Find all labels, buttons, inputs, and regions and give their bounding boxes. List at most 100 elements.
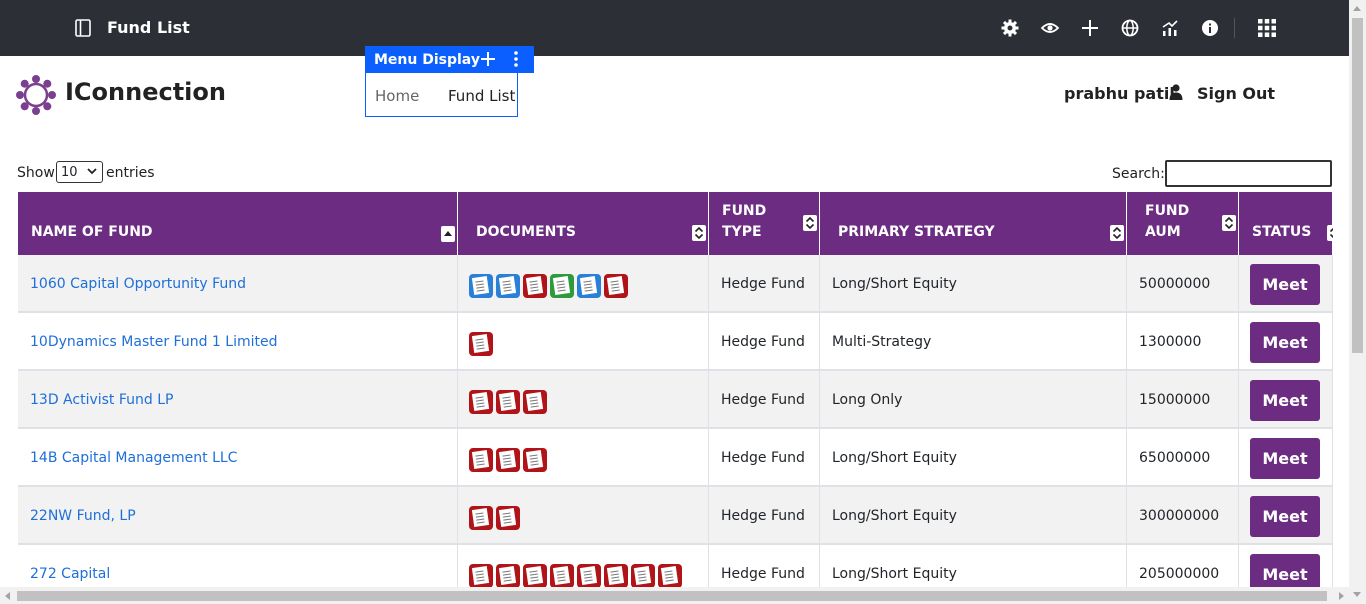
word-document-icon[interactable]	[496, 274, 520, 298]
word-document-icon[interactable]	[469, 274, 493, 298]
fund-name-link[interactable]: 1060 Capital Opportunity Fund	[30, 276, 246, 292]
column-header[interactable]: DOCUMENTS	[458, 192, 709, 255]
fund-type: Hedge Fund	[721, 334, 805, 350]
sort-ascending-icon[interactable]	[441, 226, 455, 242]
primary-strategy: Long/Short Equity	[832, 276, 957, 292]
pdf-document-icon[interactable]	[658, 564, 682, 587]
pdf-document-icon[interactable]	[523, 390, 547, 414]
fund-name-link[interactable]: 10Dynamics Master Fund 1 Limited	[30, 334, 278, 350]
primary-strategy-cell: Long/Short Equity	[820, 487, 1127, 543]
status-cell: Meet	[1239, 313, 1333, 369]
fund-name-link[interactable]: 272 Capital	[30, 566, 110, 582]
pdf-document-icon[interactable]	[604, 564, 628, 587]
pdf-document-icon[interactable]	[577, 564, 601, 587]
document-list	[469, 274, 628, 298]
documents-cell	[458, 487, 709, 543]
scroll-left-arrow-icon[interactable]	[5, 592, 10, 600]
pdf-document-icon[interactable]	[496, 506, 520, 530]
chevron-down-icon	[87, 168, 97, 175]
fund-type-cell: Hedge Fund	[709, 429, 820, 485]
sort-both-icon[interactable]	[1327, 225, 1333, 241]
sign-out-link[interactable]: Sign Out	[1197, 84, 1275, 103]
fund-aum: 300000000	[1139, 508, 1220, 524]
pdf-document-icon[interactable]	[469, 506, 493, 530]
scroll-right-arrow-icon[interactable]	[1339, 592, 1344, 600]
meet-button[interactable]: Meet	[1250, 264, 1320, 305]
word-document-icon[interactable]	[577, 274, 601, 298]
menu-display-widget: Menu Display Home Fund List	[365, 46, 534, 117]
fund-type: Hedge Fund	[721, 450, 805, 466]
pdf-document-icon[interactable]	[469, 564, 493, 587]
fund-name-link[interactable]: 13D Activist Fund LP	[30, 392, 173, 408]
meet-button[interactable]: Meet	[1250, 554, 1320, 587]
primary-strategy: Multi-Strategy	[832, 334, 932, 350]
pdf-document-icon[interactable]	[496, 564, 520, 587]
table-header: NAME OF FUND DOCUMENTS FUND TYPE PRIMARY ST…	[18, 192, 1333, 255]
fund-name-cell: 13D Activist Fund LP	[18, 371, 458, 427]
pdf-document-icon[interactable]	[523, 274, 547, 298]
fund-name-link[interactable]: 14B Capital Management LLC	[30, 450, 237, 466]
sort-both-icon[interactable]	[1222, 215, 1236, 231]
plus-icon[interactable]	[1080, 18, 1100, 38]
horizontal-scrollbar[interactable]	[0, 587, 1349, 604]
vertical-scrollbar[interactable]	[1349, 0, 1366, 604]
pdf-document-icon[interactable]	[523, 564, 547, 587]
meet-button[interactable]: Meet	[1250, 380, 1320, 421]
sort-both-icon[interactable]	[1110, 225, 1124, 241]
iconnection-logo-icon[interactable]	[15, 74, 57, 116]
fund-name-cell: 272 Capital	[18, 545, 458, 587]
info-icon[interactable]	[1200, 18, 1220, 38]
vertical-scroll-thumb[interactable]	[1352, 18, 1363, 353]
more-options-icon[interactable]	[513, 51, 519, 67]
status-cell: Meet	[1239, 429, 1333, 485]
page-title: Fund List	[107, 18, 190, 37]
xls-document-icon[interactable]	[550, 274, 574, 298]
column-header[interactable]: FUND AUM	[1127, 192, 1239, 255]
horizontal-scroll-thumb[interactable]	[17, 591, 1327, 601]
pdf-document-icon[interactable]	[604, 274, 628, 298]
user-name[interactable]: prabhu patil	[1064, 84, 1175, 103]
eye-icon[interactable]	[1040, 18, 1060, 38]
column-header-label: DOCUMENTS	[476, 224, 577, 240]
pdf-document-icon[interactable]	[523, 448, 547, 472]
fund-type: Hedge Fund	[721, 276, 805, 292]
fund-name-link[interactable]: 22NW Fund, LP	[30, 508, 136, 524]
gear-icon[interactable]	[1000, 18, 1020, 38]
pdf-document-icon[interactable]	[550, 564, 574, 587]
pdf-document-icon[interactable]	[496, 390, 520, 414]
meet-button[interactable]: Meet	[1250, 496, 1320, 537]
meet-button[interactable]: Meet	[1250, 322, 1320, 363]
sort-both-icon[interactable]	[803, 215, 817, 231]
search-input[interactable]	[1165, 160, 1332, 187]
meet-button[interactable]: Meet	[1250, 438, 1320, 479]
entries-select[interactable]: 10	[56, 161, 103, 183]
column-header[interactable]: FUND TYPE	[709, 192, 820, 255]
scroll-up-arrow-icon[interactable]	[1353, 6, 1361, 11]
sort-both-icon[interactable]	[692, 225, 706, 241]
fund-aum-cell: 300000000	[1127, 487, 1239, 543]
column-header-label: FUND AUM	[1145, 203, 1190, 240]
nav-item-home[interactable]: Home	[375, 87, 419, 105]
toolbar-divider	[1234, 18, 1235, 38]
pdf-document-icon[interactable]	[469, 332, 493, 356]
add-icon[interactable]	[481, 52, 495, 66]
column-header[interactable]: NAME OF FUND	[18, 192, 458, 255]
pdf-document-icon[interactable]	[469, 448, 493, 472]
column-header[interactable]: STATUS	[1239, 192, 1333, 255]
fund-type-cell: Hedge Fund	[709, 255, 820, 311]
apps-grid-icon[interactable]	[1257, 18, 1277, 38]
brand-name[interactable]: IConnection	[65, 78, 226, 106]
panel-toggle-icon[interactable]	[75, 19, 91, 37]
pdf-document-icon[interactable]	[496, 448, 520, 472]
pdf-document-icon[interactable]	[469, 390, 493, 414]
pdf-document-icon[interactable]	[631, 564, 655, 587]
globe-icon[interactable]	[1120, 18, 1140, 38]
fund-name-cell: 14B Capital Management LLC	[18, 429, 458, 485]
status-cell: Meet	[1239, 487, 1333, 543]
analytics-icon[interactable]	[1160, 18, 1180, 38]
table-row: 13D Activist Fund LP Hedge Fund Long Only 1…	[18, 371, 1333, 429]
scroll-down-arrow-icon[interactable]	[1353, 592, 1361, 597]
control-menu: Fund List	[0, 0, 1366, 56]
nav-item-fund-list[interactable]: Fund List	[448, 87, 515, 105]
column-header[interactable]: PRIMARY STRATEGY	[820, 192, 1127, 255]
